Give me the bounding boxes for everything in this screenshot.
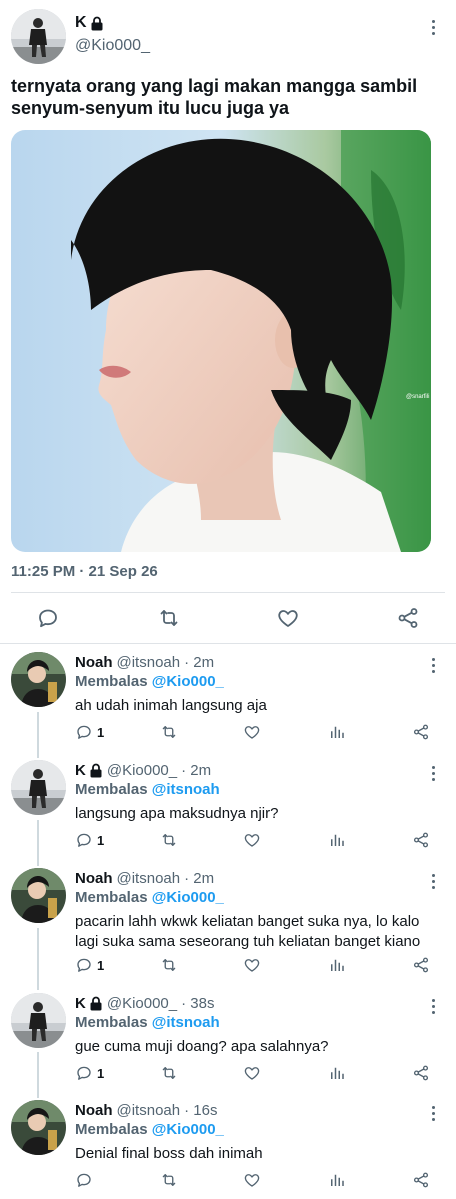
heart-icon[interactable] [276,606,300,630]
share-icon[interactable] [412,1063,430,1083]
lock-icon [90,16,104,31]
heart-icon[interactable] [243,722,261,742]
analytics-icon[interactable] [328,1063,346,1083]
author-handle[interactable]: @Kio000_ [75,37,150,55]
share-icon[interactable] [412,955,430,975]
mention-link[interactable]: @itsnoah [152,781,220,798]
analytics-icon[interactable] [328,955,346,975]
retweet-icon[interactable] [160,955,178,975]
tweet-timestamp[interactable]: 11:25 PM · 21 Sep 26 [11,563,158,580]
heart-icon[interactable] [243,1063,261,1083]
avatar[interactable] [11,652,66,707]
share-icon[interactable] [412,1170,430,1190]
more-vertical-icon[interactable] [427,762,439,784]
reply-text: ah udah inimah langsung aja [75,697,267,714]
reply-text: pacarin lahh wkwk keliatan banget suka n… [75,913,421,950]
replying-to: Membalas @itsnoah [75,1014,220,1031]
reply-time: · 16s [184,1102,218,1119]
avatar[interactable] [11,868,66,923]
reply-icon[interactable]: 1 [75,1063,104,1083]
reply-time: · 2m [181,762,212,779]
mention-link[interactable]: @Kio000_ [152,889,224,906]
tweet-actions [0,600,456,636]
reply-actions: 1 [0,1063,456,1083]
reply-text: langsung apa maksudnya njir? [75,805,279,822]
share-icon[interactable] [396,606,420,630]
reply-time: · 2m [184,870,215,887]
lock-icon [89,996,103,1011]
mention-link[interactable]: @Kio000_ [152,1121,224,1138]
reply-icon[interactable]: 1 [75,830,104,850]
avatar[interactable] [11,993,66,1048]
retweet-icon[interactable] [160,830,178,850]
more-vertical-icon[interactable] [427,870,439,892]
reply-text: gue cuma muji doang? apa salahnya? [75,1038,329,1055]
analytics-icon[interactable] [328,830,346,850]
divider [11,592,445,593]
main-tweet: K @Kio000_ ternyata orang yang lagi maka… [0,0,456,645]
analytics-icon[interactable] [328,722,346,742]
retweet-icon[interactable] [160,1063,178,1083]
tweet-media[interactable]: @snarfili [11,130,431,552]
reply-author-handle[interactable]: @Kio000_ [107,762,177,779]
reply-count: 1 [97,724,105,740]
reply-icon[interactable]: 1 [75,955,104,975]
reply-icon[interactable] [36,606,60,630]
reply-author-handle[interactable]: @itsnoah [117,1102,181,1119]
more-vertical-icon[interactable] [427,1102,439,1124]
replying-to: Membalas @Kio000_ [75,1121,224,1138]
reply-author-handle[interactable]: @Kio000_ [107,995,177,1012]
reply-actions: 1 [0,955,456,975]
replying-to: Membalas @Kio000_ [75,673,224,690]
lock-icon [89,763,103,778]
more-vertical-icon[interactable] [427,16,439,38]
heart-icon[interactable] [243,1170,261,1190]
reply-author-handle[interactable]: @itsnoah [117,654,181,671]
reply-icon[interactable] [75,1170,97,1190]
reply-author-handle[interactable]: @itsnoah [117,870,181,887]
reply-author-name[interactable]: K [75,762,103,779]
retweet-icon[interactable] [160,1170,178,1190]
reply-count: 1 [97,957,105,973]
reply-time: · 38s [181,995,215,1012]
divider [0,643,456,644]
avatar[interactable] [11,1100,66,1155]
analytics-icon[interactable] [328,1170,346,1190]
heart-icon[interactable] [243,830,261,850]
reply-actions [0,1170,456,1190]
reply-author-name[interactable]: Noah [75,1102,113,1119]
heart-icon[interactable] [243,955,261,975]
reply-actions: 1 [0,722,456,742]
reply-actions: 1 [0,830,456,850]
avatar[interactable] [11,760,66,815]
replying-to: Membalas @Kio000_ [75,889,224,906]
tweet-text: ternyata orang yang lagi makan mangga sa… [11,76,418,118]
retweet-icon[interactable] [157,606,181,630]
avatar[interactable] [11,9,66,64]
share-icon[interactable] [412,830,430,850]
retweet-icon[interactable] [160,722,178,742]
mention-link[interactable]: @Kio000_ [152,673,224,690]
more-vertical-icon[interactable] [427,995,439,1017]
reply-time: · 2m [184,654,215,671]
author-name[interactable]: K [75,14,104,32]
reply-icon[interactable]: 1 [75,722,104,742]
reply-count: 1 [97,832,105,848]
media-watermark: @snarfili [406,394,429,400]
reply-author-name[interactable]: K [75,995,103,1012]
reply-count: 1 [97,1065,105,1081]
reply-text: Denial final boss dah inimah [75,1145,263,1162]
reply-author-name[interactable]: Noah [75,654,113,671]
replying-to: Membalas @itsnoah [75,781,220,798]
reply-author-name[interactable]: Noah [75,870,113,887]
mention-link[interactable]: @itsnoah [152,1014,220,1031]
share-icon[interactable] [412,722,430,742]
more-vertical-icon[interactable] [427,654,439,676]
